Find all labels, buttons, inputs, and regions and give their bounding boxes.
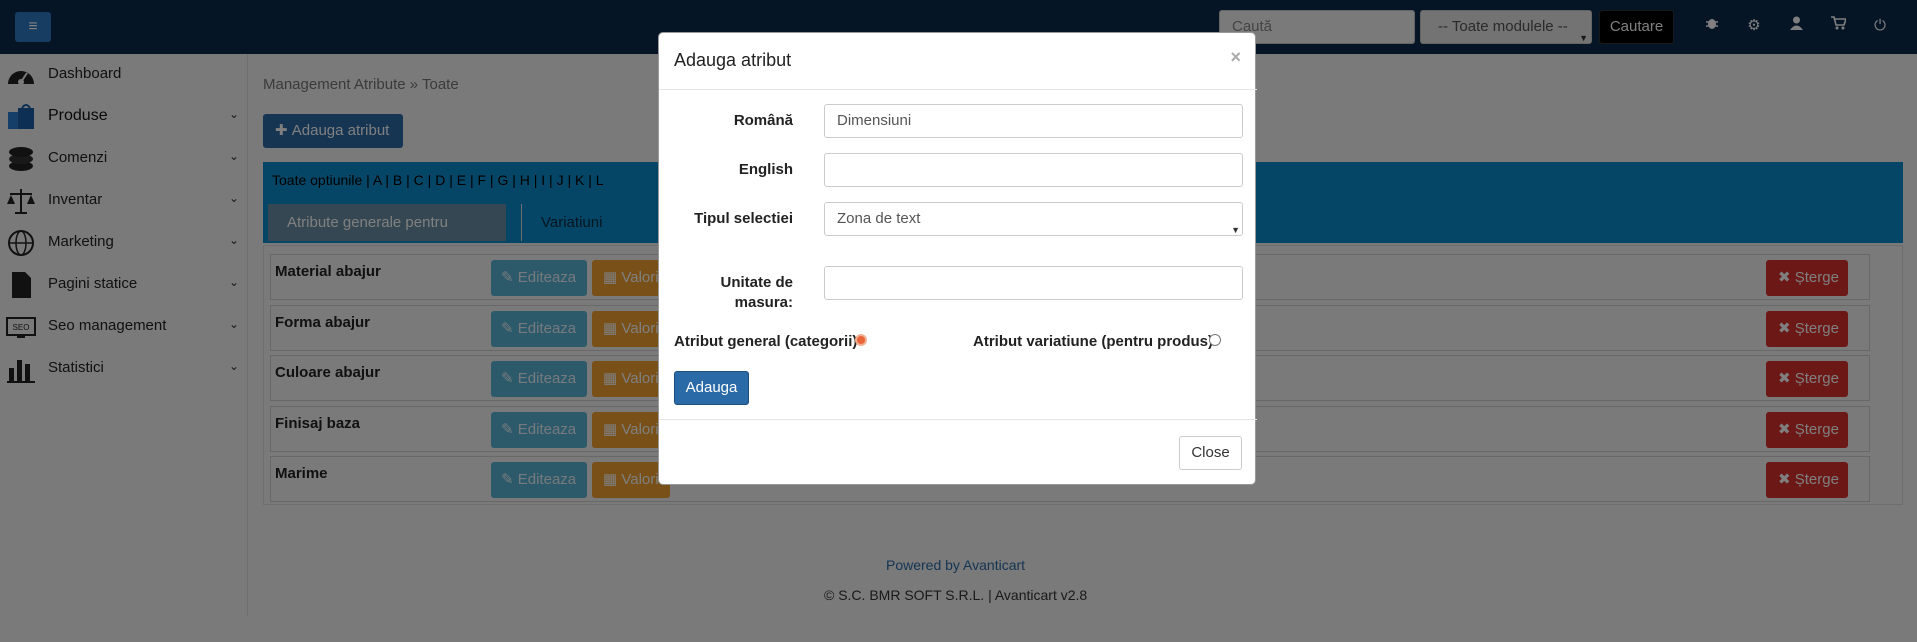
unit-label-line2: masura: <box>734 294 793 311</box>
romana-input[interactable]: Dimensiuni <box>824 104 1243 138</box>
radio-general[interactable] <box>855 334 867 346</box>
add-button[interactable]: Adauga <box>674 371 749 405</box>
modal-title: Adauga atribut <box>674 50 792 70</box>
add-attribute-modal: Adauga atribut × Română Dimensiuni Engli… <box>658 32 1257 485</box>
selection-type-label: Tipul selectiei <box>694 210 793 227</box>
romana-label: Română <box>733 112 793 129</box>
chevron-down-icon: ▼ <box>1231 225 1240 235</box>
selection-type-select[interactable]: Zona de text ▼ <box>824 202 1243 236</box>
english-input[interactable] <box>824 153 1243 187</box>
close-button[interactable]: Close <box>1179 436 1242 470</box>
unit-input[interactable] <box>824 266 1243 300</box>
radio-general-label: Atribut general (categorii) <box>674 333 858 350</box>
radio-variation[interactable] <box>1209 334 1221 346</box>
radio-variation-label: Atribut variatiune (pentru produs) <box>973 333 1213 350</box>
close-icon[interactable]: × <box>1230 47 1241 68</box>
english-label: English <box>738 161 793 178</box>
selection-type-value: Zona de text <box>837 210 921 227</box>
modal-header-divider <box>659 89 1257 90</box>
unit-label-line1: Unitate de <box>720 274 793 291</box>
modal-footer-divider <box>659 419 1257 420</box>
